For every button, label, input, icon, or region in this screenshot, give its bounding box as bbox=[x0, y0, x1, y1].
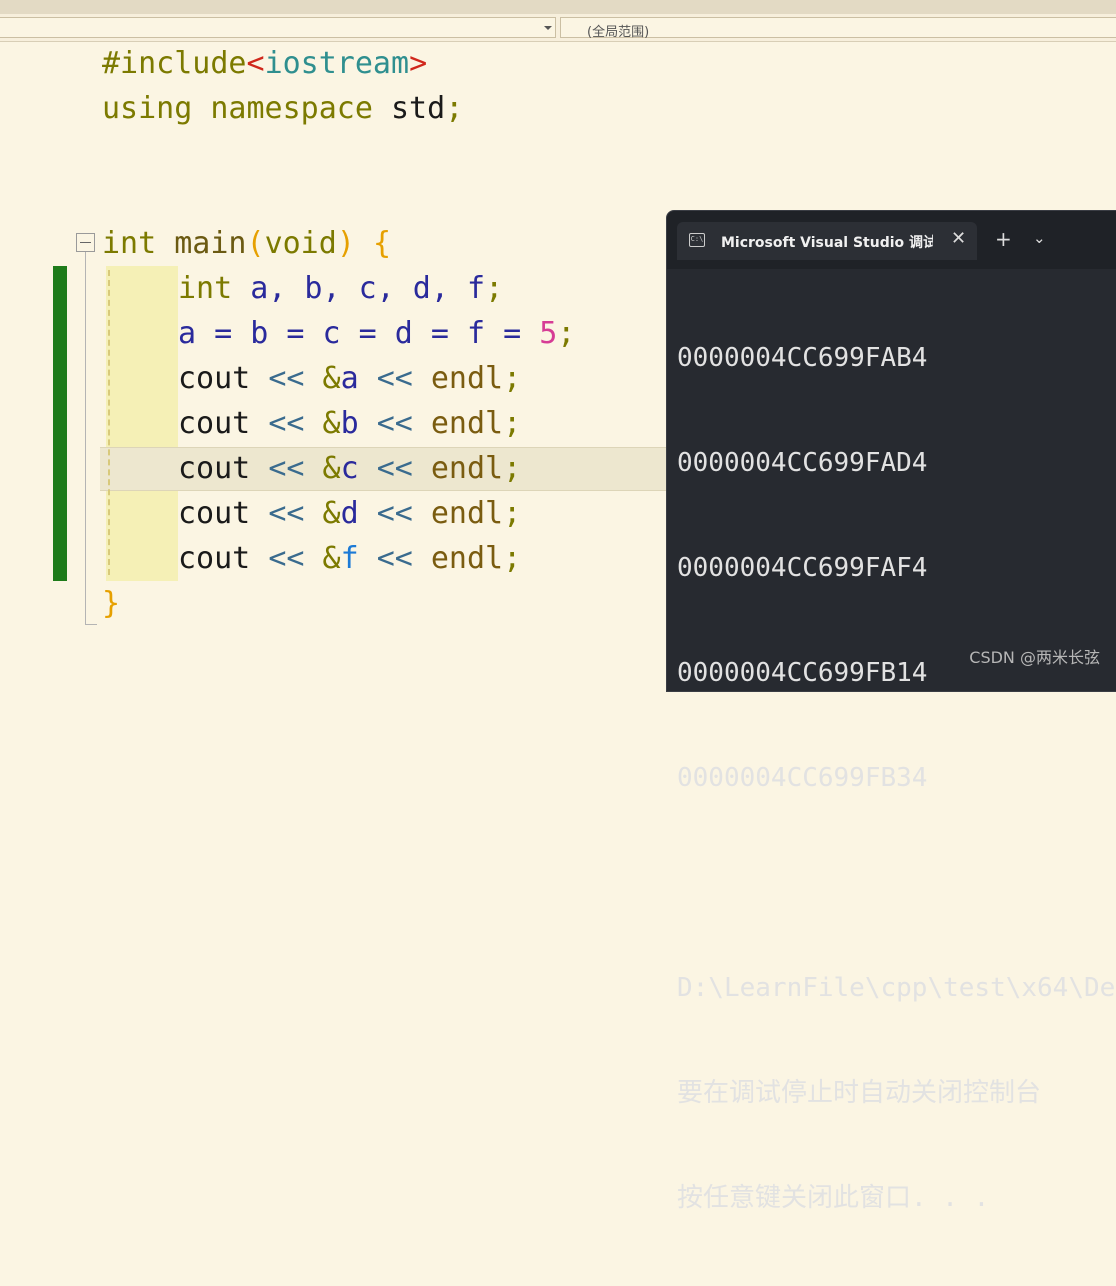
code-line-4[interactable]: int main(void) { bbox=[102, 221, 391, 266]
keyword-using: using bbox=[102, 91, 193, 126]
variable-list: a, b, c, d, f bbox=[250, 271, 486, 306]
chevron-down-icon[interactable]: ⌄ bbox=[1033, 229, 1046, 247]
namespace-name: std bbox=[391, 91, 446, 126]
fold-line bbox=[85, 252, 86, 625]
code-line-11[interactable]: cout << &f << endl; bbox=[178, 536, 521, 581]
console-line: 按任意键关闭此窗口. . . bbox=[677, 1183, 990, 1213]
change-tracking-bar bbox=[53, 266, 67, 581]
code-line-1[interactable]: #include<iostream> bbox=[102, 41, 427, 86]
code-line-8[interactable]: cout << &b << endl; bbox=[178, 401, 521, 446]
semicolon: ; bbox=[445, 91, 464, 126]
console-tab-title: Microsoft Visual Studio 调试控制台 bbox=[721, 235, 933, 251]
cout: cout bbox=[178, 451, 251, 486]
code-line-10[interactable]: cout << &d << endl; bbox=[178, 491, 521, 536]
close-icon[interactable]: ✕ bbox=[951, 228, 966, 249]
console-line: 0000004CC699FAF4 bbox=[677, 553, 928, 583]
chevron-down-icon[interactable] bbox=[544, 26, 552, 30]
stream-operator: << bbox=[268, 451, 305, 486]
variable: d bbox=[340, 496, 359, 531]
cout: cout bbox=[178, 496, 251, 531]
navigation-bar: (全局范围) bbox=[0, 14, 1116, 42]
endl: endl bbox=[430, 496, 504, 531]
scope-label: (全局范围) bbox=[587, 25, 650, 40]
member-scope-dropdown[interactable]: (全局范围) bbox=[560, 17, 1116, 40]
preprocessor-directive: #include bbox=[102, 46, 247, 81]
stream-operator: << bbox=[268, 541, 305, 576]
semicolon: ; bbox=[503, 451, 522, 486]
console-output: 0000004CC699FAB4 0000004CC699FAD4 000000… bbox=[677, 271, 1116, 1286]
address-of: & bbox=[322, 406, 341, 441]
indent-highlight bbox=[106, 266, 178, 581]
stream-operator: << bbox=[268, 496, 305, 531]
address-of: & bbox=[322, 361, 341, 396]
cout: cout bbox=[178, 406, 251, 441]
assignment-chain: a = b = c = d = f = bbox=[178, 316, 540, 351]
cout: cout bbox=[178, 541, 251, 576]
stream-operator: << bbox=[268, 406, 305, 441]
terminal-icon: C:\ bbox=[689, 233, 705, 247]
address-of: & bbox=[322, 451, 341, 486]
variable: f bbox=[340, 541, 359, 576]
code-line-5[interactable]: int a, b, c, d, f; bbox=[178, 266, 503, 311]
code-line-6[interactable]: a = b = c = d = f = 5; bbox=[178, 311, 575, 356]
angle-open: < bbox=[246, 46, 265, 81]
collapse-icon[interactable] bbox=[76, 233, 95, 252]
indent-guide bbox=[108, 270, 110, 575]
fold-end bbox=[85, 624, 97, 625]
keyword-int: int bbox=[178, 271, 233, 306]
console-line: 要在调试停止时自动关闭控制台 bbox=[677, 1078, 1042, 1108]
variable: c bbox=[340, 451, 359, 486]
semicolon: ; bbox=[503, 496, 522, 531]
stream-operator: << bbox=[376, 496, 413, 531]
semicolon: ; bbox=[503, 361, 522, 396]
watermark: CSDN @两米长弦 bbox=[969, 648, 1100, 667]
stream-operator: << bbox=[376, 541, 413, 576]
semicolon: ; bbox=[503, 541, 522, 576]
stream-operator: << bbox=[376, 451, 413, 486]
console-line: D:\LearnFile\cpp\test\x64\De bbox=[677, 973, 1116, 1003]
variable: b bbox=[340, 406, 359, 441]
function-name: main bbox=[174, 226, 247, 261]
console-tab-bar: C:\ Microsoft Visual Studio 调试控制台 ✕ + ⌄ bbox=[667, 211, 1116, 269]
brace-close: } bbox=[102, 586, 121, 621]
angle-close: > bbox=[409, 46, 428, 81]
console-line: 0000004CC699FB34 bbox=[677, 763, 928, 793]
title-strip bbox=[0, 0, 1116, 14]
semicolon: ; bbox=[485, 271, 504, 306]
header-name: iostream bbox=[264, 46, 410, 81]
paren-open: ( bbox=[246, 226, 265, 261]
endl: endl bbox=[430, 361, 504, 396]
keyword-int: int bbox=[102, 226, 157, 261]
endl: endl bbox=[430, 541, 504, 576]
keyword-namespace: namespace bbox=[210, 91, 373, 126]
console-line: 0000004CC699FAD4 bbox=[677, 448, 928, 478]
stream-operator: << bbox=[376, 361, 413, 396]
stream-operator: << bbox=[376, 406, 413, 441]
brace-open: { bbox=[372, 226, 391, 261]
debug-console-window[interactable]: C:\ Microsoft Visual Studio 调试控制台 ✕ + ⌄ … bbox=[666, 210, 1116, 1213]
code-line-2[interactable]: using namespace std; bbox=[102, 86, 463, 131]
type-scope-dropdown[interactable] bbox=[0, 17, 556, 38]
code-line-7[interactable]: cout << &a << endl; bbox=[178, 356, 521, 401]
keyword-void: void bbox=[264, 226, 337, 261]
number-literal: 5 bbox=[539, 316, 558, 351]
console-line: 0000004CC699FAB4 bbox=[677, 343, 928, 373]
address-of: & bbox=[322, 496, 341, 531]
semicolon: ; bbox=[557, 316, 576, 351]
code-line-12[interactable]: } bbox=[102, 581, 120, 626]
paren-close: ) bbox=[336, 226, 355, 261]
semicolon: ; bbox=[503, 406, 522, 441]
new-tab-icon[interactable]: + bbox=[995, 227, 1012, 251]
address-of: & bbox=[322, 541, 341, 576]
stream-operator: << bbox=[268, 361, 305, 396]
code-line-9[interactable]: cout << &c << endl; bbox=[178, 446, 521, 491]
endl: endl bbox=[430, 406, 504, 441]
variable: a bbox=[340, 361, 359, 396]
endl: endl bbox=[430, 451, 504, 486]
console-tab[interactable]: C:\ Microsoft Visual Studio 调试控制台 ✕ bbox=[677, 222, 977, 260]
cout: cout bbox=[178, 361, 251, 396]
